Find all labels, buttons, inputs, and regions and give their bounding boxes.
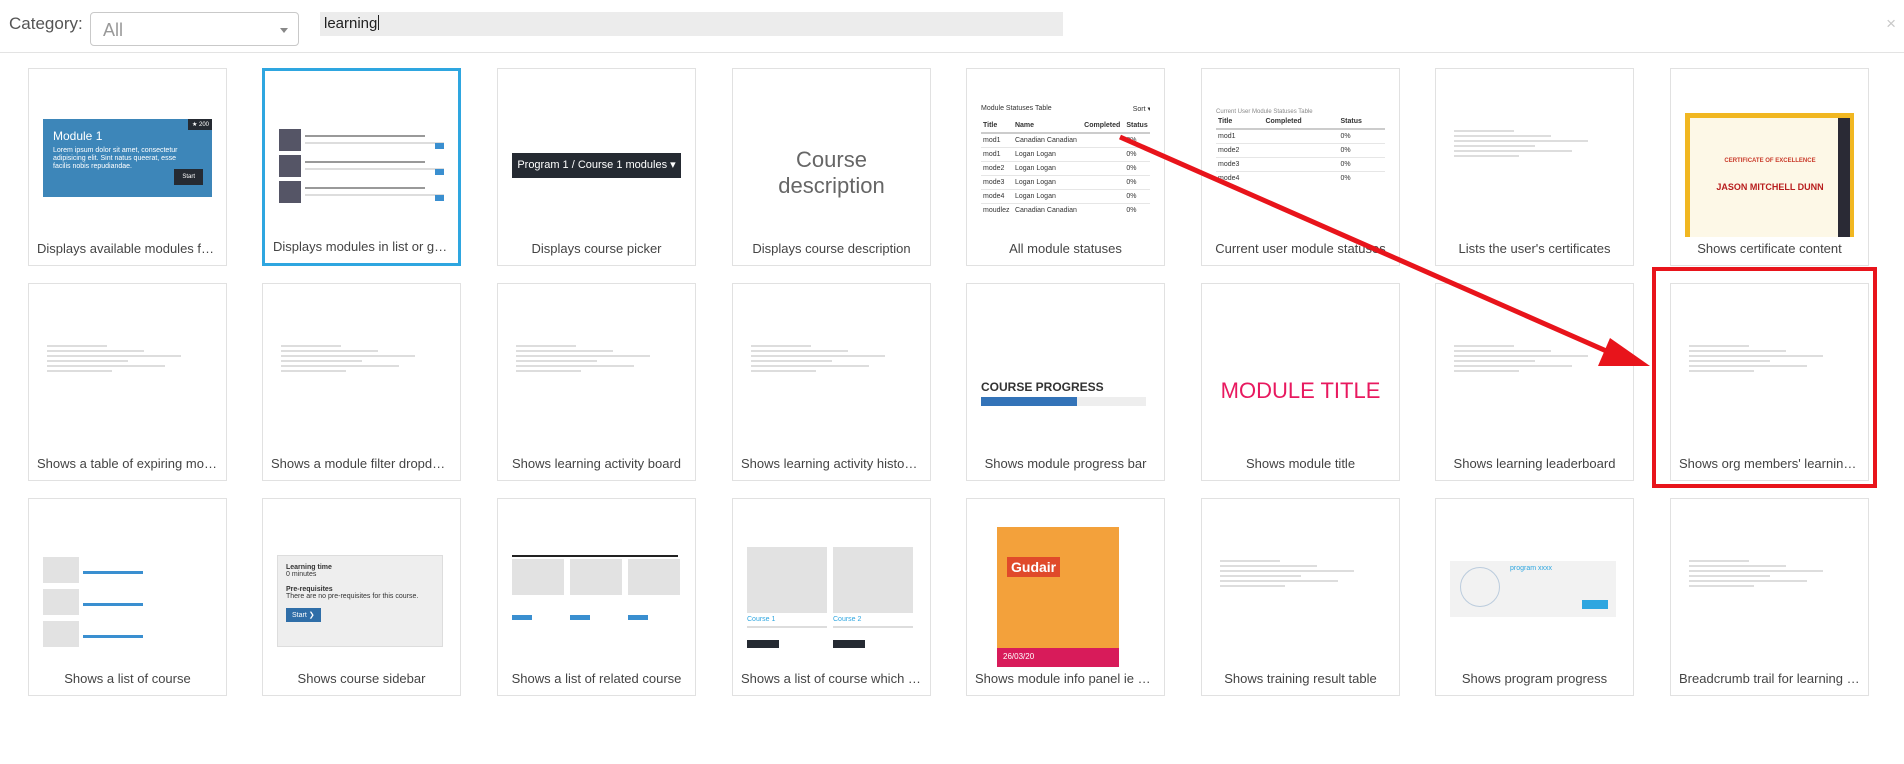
annotation-arrow	[1118, 134, 1650, 366]
